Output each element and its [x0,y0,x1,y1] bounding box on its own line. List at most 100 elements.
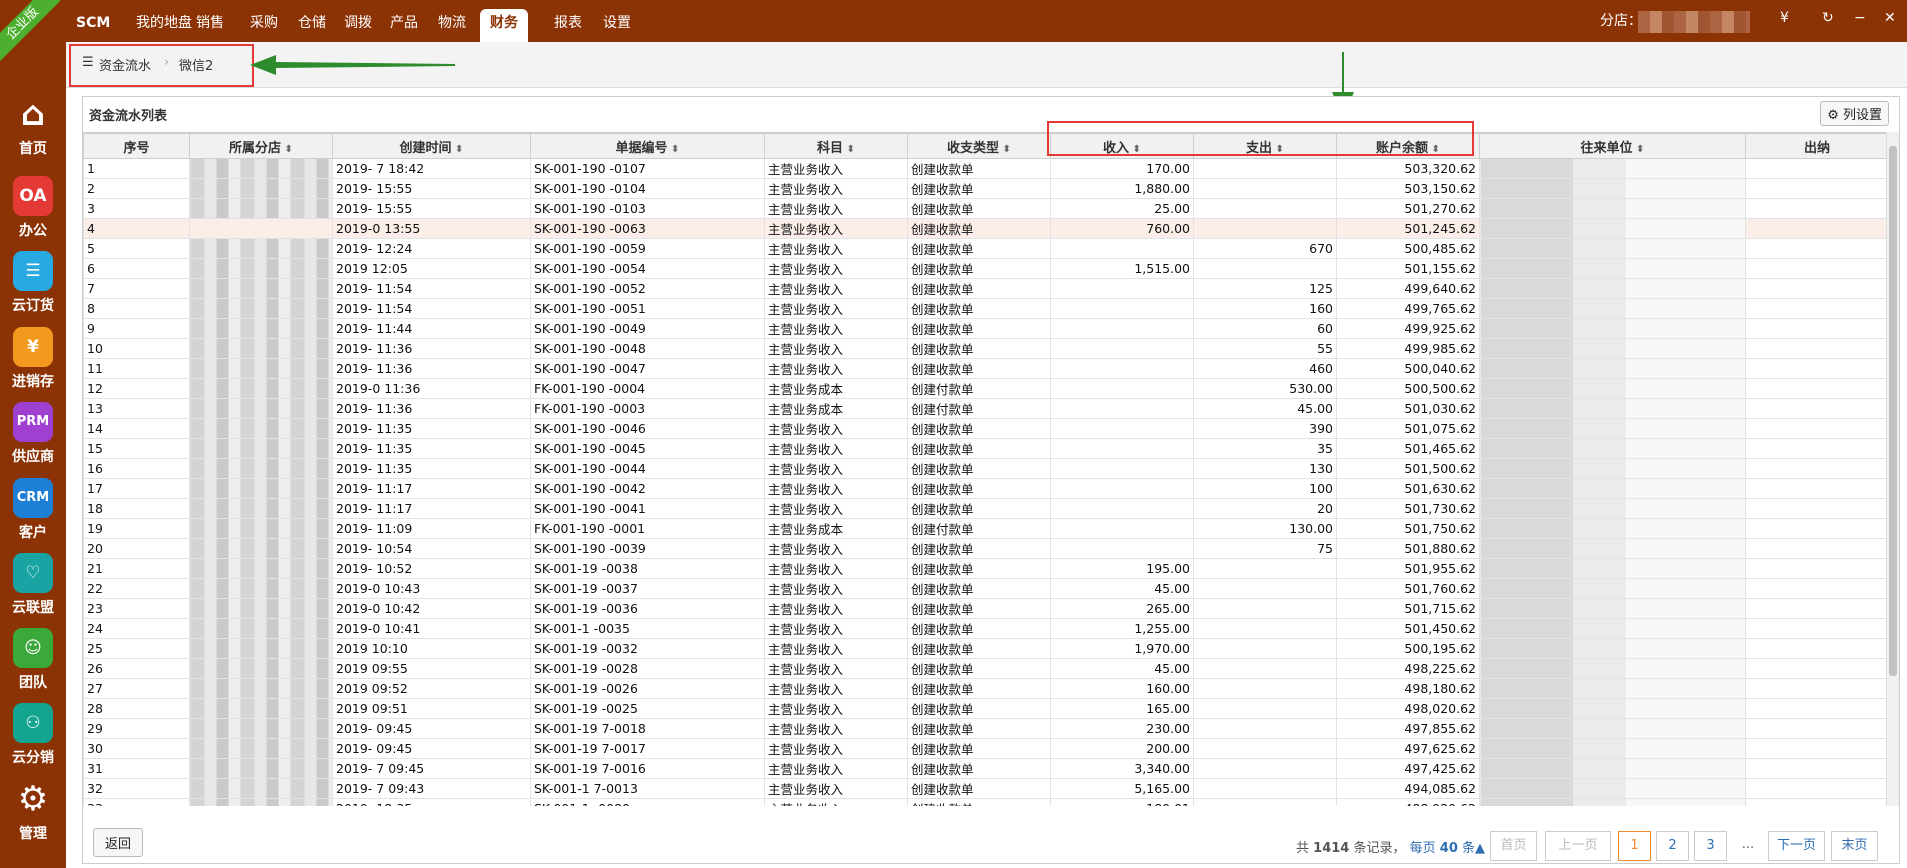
table-row[interactable]: 8 2019- 11:54 SK-001-190 -0051 主营业务收入 创建收款单 1… [83,298,1888,319]
sort-icon[interactable]: ⬍ [999,144,1011,155]
table-row[interactable]: 30 2019- 09:45 SK-001-19 7-0017 主营业务收入 创建收款单… [83,738,1888,759]
table-row[interactable]: 23 2019-0 10:42 SK-001-19 -0036 主营业务收入 创建收款单… [83,598,1888,619]
close-icon[interactable]: ✕ [1884,10,1896,26]
table-row[interactable]: 32 2019- 7 09:43 SK-001-1 7-0013 主营业务收入 创建收款… [83,778,1888,799]
sidebar-item-admin[interactable]: ⚙ 管理 [0,779,66,843]
col-header-cashier[interactable]: 出纳 [1745,133,1888,159]
page-2-button[interactable]: 2 [1656,831,1689,861]
cell-cashier [1745,338,1888,359]
nav-item-6[interactable]: 物流 [428,9,476,42]
scrollbar-thumb[interactable] [1889,146,1897,676]
col-header-counterparty[interactable]: 往来单位 ⬍ [1479,133,1746,159]
next-page-button[interactable]: 下一页 [1768,831,1825,861]
refresh-icon[interactable]: ↻ [1822,10,1834,26]
nav-item-1[interactable]: 销售 [186,9,234,42]
cell: 160 [1193,298,1337,319]
nav-item-5[interactable]: 产品 [380,9,428,42]
table-row[interactable]: 16 2019- 11:35 SK-001-190 -0044 主营业务收入 创建收款单… [83,458,1888,479]
column-settings-button[interactable]: ⚙ 列设置 [1820,101,1889,126]
page-3-button[interactable]: 3 [1694,831,1727,861]
nav-item-9[interactable]: 设置 [593,9,641,42]
table-row[interactable]: 26 2019 09:55 SK-001-19 -0028 主营业务收入 创建收款单 45… [83,658,1888,679]
table-row[interactable]: 21 2019- 10:52 SK-001-19 -0038 主营业务收入 创建收款单 1… [83,558,1888,579]
cell: 2019- 11:36 [332,358,531,379]
nav-item-8[interactable]: 报表 [544,9,592,42]
sidebar-item-customer[interactable]: CRM 客户 [0,478,66,542]
cell: 2019- 18:35 [332,798,531,806]
total-suffix: 条记录， [1353,841,1406,856]
cell-cashier [1745,558,1888,579]
table-row[interactable]: 10 2019- 11:36 SK-001-190 -0048 主营业务收入 创建收款单… [83,338,1888,359]
table-row[interactable]: 14 2019- 11:35 SK-001-190 -0046 主营业务收入 创建收款单… [83,418,1888,439]
col-header-created-time[interactable]: 创建时间 ⬍ [332,133,531,159]
sidebar-item-cloud-distribution[interactable]: ⚇ 云分销 [0,703,66,767]
col-header-label: 往来单位 [1580,140,1633,156]
brand-logo[interactable]: SCM [66,9,120,42]
first-page-button[interactable]: 首页 [1490,831,1537,861]
sidebar-item-supplier[interactable]: PRM 供应商 [0,402,66,466]
prev-page-button[interactable]: 上一页 [1545,831,1611,861]
sidebar-item-cloud-alliance[interactable]: ♡ 云联盟 [0,553,66,617]
table-row[interactable]: 20 2019- 10:54 SK-001-190 -0039 主营业务收入 创建收款单… [83,538,1888,559]
table-row[interactable]: 7 2019- 11:54 SK-001-190 -0052 主营业务收入 创建收款单 1… [83,278,1888,299]
vertical-scrollbar[interactable] [1886,132,1899,806]
table-row[interactable]: 2 2019- 15:55 SK-001-190 -0104 主营业务收入 创建收款单 1… [83,178,1888,199]
table-row[interactable]: 28 2019 09:51 SK-001-19 -0025 主营业务收入 创建收款单 16… [83,698,1888,719]
sort-icon[interactable]: ⬍ [281,144,293,155]
table-row[interactable]: 5 2019- 12:24 SK-001-190 -0059 主营业务收入 创建收款单 6… [83,238,1888,259]
nav-item-2[interactable]: 采购 [240,9,288,42]
table-row[interactable]: 19 2019- 11:09 FK-001-190 -0001 主营业务成本 创建付款单… [83,518,1888,539]
nav-item-3[interactable]: 仓储 [288,9,336,42]
cell: 2019 09:55 [332,658,531,679]
table-row[interactable]: 31 2019- 7 09:45 SK-001-19 7-0016 主营业务收入 创建收… [83,758,1888,779]
table-row[interactable]: 3 2019- 15:55 SK-001-190 -0103 主营业务收入 创建收款单 2… [83,198,1888,219]
per-page-selector[interactable]: 每页 40 条▲ [1410,841,1485,856]
table-row[interactable]: 12 2019-0 11:36 FK-001-190 -0004 主营业务成本 创建付款… [83,378,1888,399]
col-header-branch[interactable]: 所属分店 ⬍ [189,133,333,159]
table-row[interactable]: 22 2019-0 10:43 SK-001-19 -0037 主营业务收入 创建收款单… [83,578,1888,599]
minimize-icon[interactable]: − [1854,10,1866,26]
sort-icon[interactable]: ⬍ [668,144,679,155]
table-row[interactable]: 1 2019- 7 18:42 SK-001-190 -0107 主营业务收入 创建收款… [83,158,1888,179]
sort-icon[interactable]: ⬍ [1633,144,1644,155]
sidebar-item-home[interactable]: ⌂ 首页 [0,94,66,158]
sort-icon[interactable]: ⬍ [452,144,463,155]
col-header-type[interactable]: 收支类型 ⬍ [907,133,1051,159]
cell-counterparty-redacted [1479,498,1746,519]
table-row[interactable]: 18 2019- 11:17 SK-001-190 -0041 主营业务收入 创建收款单… [83,498,1888,519]
col-header-seq[interactable]: 序号 [83,133,190,159]
cell-counterparty-redacted [1479,578,1746,599]
back-button[interactable]: 返回 [93,828,144,857]
sidebar-item-inventory[interactable]: ¥ 进销存 [0,327,66,391]
table-row[interactable]: 25 2019 10:10 SK-001-19 -0032 主营业务收入 创建收款单 1,… [83,638,1888,659]
cell-counterparty-redacted [1479,218,1746,239]
cell: 主营业务收入 [764,178,908,199]
table-row[interactable]: 17 2019- 11:17 SK-001-190 -0042 主营业务收入 创建收款单… [83,478,1888,499]
cell [1050,458,1194,479]
table-row[interactable]: 24 2019-0 10:41 SK-001-1 -0035 主营业务收入 创建收款单 1… [83,618,1888,639]
last-page-button[interactable]: 末页 [1831,831,1878,861]
cell-branch-redacted [189,758,333,779]
sort-icon[interactable]: ⬍ [843,144,855,155]
sidebar-item-office[interactable]: OA 办公 [0,176,66,240]
currency-icon[interactable]: ¥ [1780,10,1789,26]
table-row[interactable]: 11 2019- 11:36 SK-001-190 -0047 主营业务收入 创建收款单… [83,358,1888,379]
table-row[interactable]: 6 2019 12:05 SK-001-190 -0054 主营业务收入 创建收款单 1,… [83,258,1888,279]
nav-item-4[interactable]: 调拨 [334,9,382,42]
table-row[interactable]: 15 2019- 11:35 SK-001-190 -0045 主营业务收入 创建收款单… [83,438,1888,459]
table-row[interactable]: 29 2019- 09:45 SK-001-19 7-0018 主营业务收入 创建收款单… [83,718,1888,739]
col-header-subject[interactable]: 科目 ⬍ [764,133,908,159]
table-row[interactable]: 27 2019 09:52 SK-001-19 -0026 主营业务收入 创建收款单 16… [83,678,1888,699]
table-row[interactable]: 13 2019- 11:36 FK-001-190 -0003 主营业务成本 创建付款单… [83,398,1888,419]
sidebar-item-cloud-order[interactable]: ☰ 云订货 [0,251,66,315]
col-header-doc-number[interactable]: 单据编号 ⬍ [530,133,765,159]
table-row[interactable]: 9 2019- 11:44 SK-001-190 -0049 主营业务收入 创建收款单 6… [83,318,1888,339]
nav-item-7[interactable]: 财务 [480,9,528,42]
cell: 503,320.62 [1336,158,1480,179]
page-1-button[interactable]: 1 [1618,831,1651,861]
sidebar-item-team[interactable]: ☺ 团队 [0,628,66,692]
annotation-arrow-left [250,55,455,75]
table-row[interactable]: 33 2019- 18:35SK-001-1 -0080主营业务收入创建收款单18… [83,798,1888,806]
table-row[interactable]: 4 2019-0 13:55 SK-001-190 -0063 主营业务收入 创建收款单… [83,218,1888,239]
cell-cashier [1745,438,1888,459]
